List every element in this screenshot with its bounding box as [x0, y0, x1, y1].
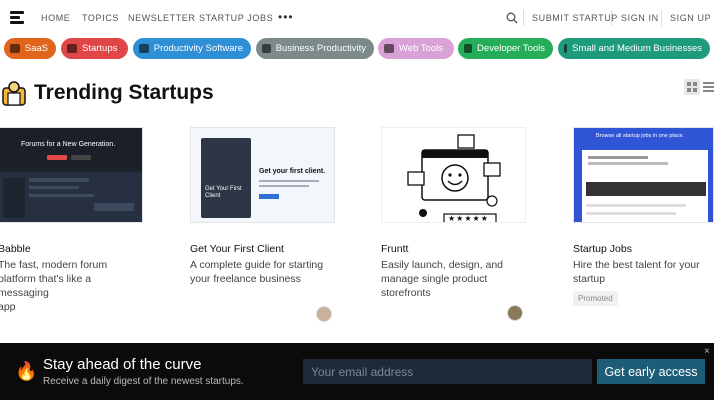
thumb-text: Get Your First Client [205, 186, 242, 199]
category-small-medium-businesses[interactable]: Small and Medium Businesses [558, 38, 710, 59]
category-saas[interactable]: SaaS [4, 38, 56, 59]
category-label: Small and Medium Businesses [572, 43, 702, 54]
category-web-tools[interactable]: Web Tools [378, 38, 454, 59]
category-business-productivity[interactable]: Business Productivity [256, 38, 374, 59]
category-label: SaaS [24, 43, 48, 54]
divider [661, 10, 662, 26]
thumb-text: Forums for a New Generation. [21, 141, 116, 148]
page-title: Trending Startups [34, 81, 214, 104]
card-thumbnail: ★★★★★ [381, 127, 526, 223]
card-title: Fruntt [381, 243, 409, 255]
close-icon[interactable]: × [704, 346, 710, 357]
sign-in-link[interactable]: SIGN IN [621, 13, 659, 23]
nav-home[interactable]: HOME [41, 13, 70, 23]
fruntt-illustration [407, 134, 501, 222]
thumb-text: Get your first client. [259, 168, 326, 175]
nav-topics[interactable]: TOPICS [82, 13, 119, 23]
thumb-text: Browse all startup jobs in one place. [596, 133, 685, 139]
nav-startup-jobs[interactable]: STARTUP JOBS [199, 13, 273, 23]
desc-line: app [0, 301, 16, 313]
fire-icon: 🔥 [15, 361, 38, 381]
logo-icon[interactable] [10, 11, 24, 25]
desc-line: startup [573, 273, 606, 285]
avatar[interactable] [316, 306, 332, 322]
divider [523, 10, 524, 26]
card-thumbnail: Browse all startup jobs in one place. [573, 127, 714, 223]
stars-icon: ★★★★★ [448, 214, 489, 223]
nav-newsletter[interactable]: NEWSLETTER [128, 13, 196, 23]
banner-title: Stay ahead of the curve [43, 356, 202, 373]
top-nav: HOME TOPICS NEWSLETTER STARTUP JOBS ••• … [0, 0, 714, 36]
banner-subtitle: Receive a daily digest of the newest sta… [43, 376, 244, 387]
category-label: Productivity Software [153, 43, 243, 54]
grid-view-toggle[interactable] [684, 79, 700, 95]
get-early-access-button[interactable]: Get early access [597, 359, 705, 384]
category-label: Startups [82, 43, 118, 54]
category-label: Business Productivity [275, 43, 366, 54]
card-title: Babble [0, 243, 31, 255]
desc-line: manage single product [381, 273, 488, 285]
gear-icon [262, 44, 271, 53]
card-description: Hire the best talent for your startup [573, 258, 714, 286]
card-description: Easily launch, design, and manage single… [381, 258, 526, 300]
more-menu-button[interactable]: ••• [278, 10, 294, 24]
category-developer-tools[interactable]: Developer Tools [458, 38, 553, 59]
list-view-toggle[interactable] [703, 80, 714, 94]
laptop-icon [10, 44, 20, 53]
category-bar: SaaS Startups Productivity Software Busi… [0, 38, 714, 60]
category-label: Web Tools [399, 43, 444, 54]
desc-line: storefronts [381, 287, 431, 299]
card-description: A complete guide for starting your freel… [190, 258, 335, 286]
search-icon[interactable] [506, 12, 518, 24]
newsletter-banner: 🔥 Stay ahead of the curve Receive a dail… [0, 343, 714, 400]
trophy-icon [2, 81, 26, 106]
card-title: Get Your First Client [190, 243, 284, 255]
card-thumbnail: Get Your First Client Get your first cli… [190, 127, 335, 223]
startup-card-babble[interactable]: Forums for a New Generation. Babble The … [0, 127, 143, 314]
keyboard-icon [464, 44, 473, 53]
submit-startup-link[interactable]: SUBMIT STARTUP [532, 13, 618, 23]
sign-up-link[interactable]: SIGN UP [670, 13, 711, 23]
category-startups[interactable]: Startups [61, 38, 128, 59]
startup-card-fruntt[interactable]: ★★★★★ Fruntt Easily launch, design, and … [381, 127, 526, 300]
building-icon [564, 44, 568, 53]
card-thumbnail: Forums for a New Generation. [0, 127, 143, 223]
desc-line: The fast, modern forum [0, 259, 108, 271]
rocket-icon [67, 44, 77, 53]
divider [611, 10, 612, 26]
email-input[interactable] [303, 359, 592, 384]
desc-line: platform that's like a messaging [0, 273, 92, 299]
category-label: Developer Tools [477, 43, 545, 54]
window-icon [139, 44, 149, 53]
category-productivity-software[interactable]: Productivity Software [133, 38, 251, 59]
desc-line: your freelance business [190, 273, 301, 285]
desc-line: Easily launch, design, and [381, 259, 503, 271]
card-description: The fast, modern forum platform that's l… [0, 258, 143, 314]
avatar[interactable] [507, 305, 523, 321]
startup-card-startup-jobs[interactable]: Browse all startup jobs in one place. St… [573, 127, 714, 306]
desc-line: Hire the best talent for your [573, 259, 700, 271]
hammer-icon [384, 44, 394, 53]
startup-card-get-your-first-client[interactable]: Get Your First Client Get your first cli… [190, 127, 335, 286]
desc-line: A complete guide for starting [190, 259, 324, 271]
card-title: Startup Jobs [573, 243, 632, 255]
promoted-badge: Promoted [573, 291, 618, 306]
